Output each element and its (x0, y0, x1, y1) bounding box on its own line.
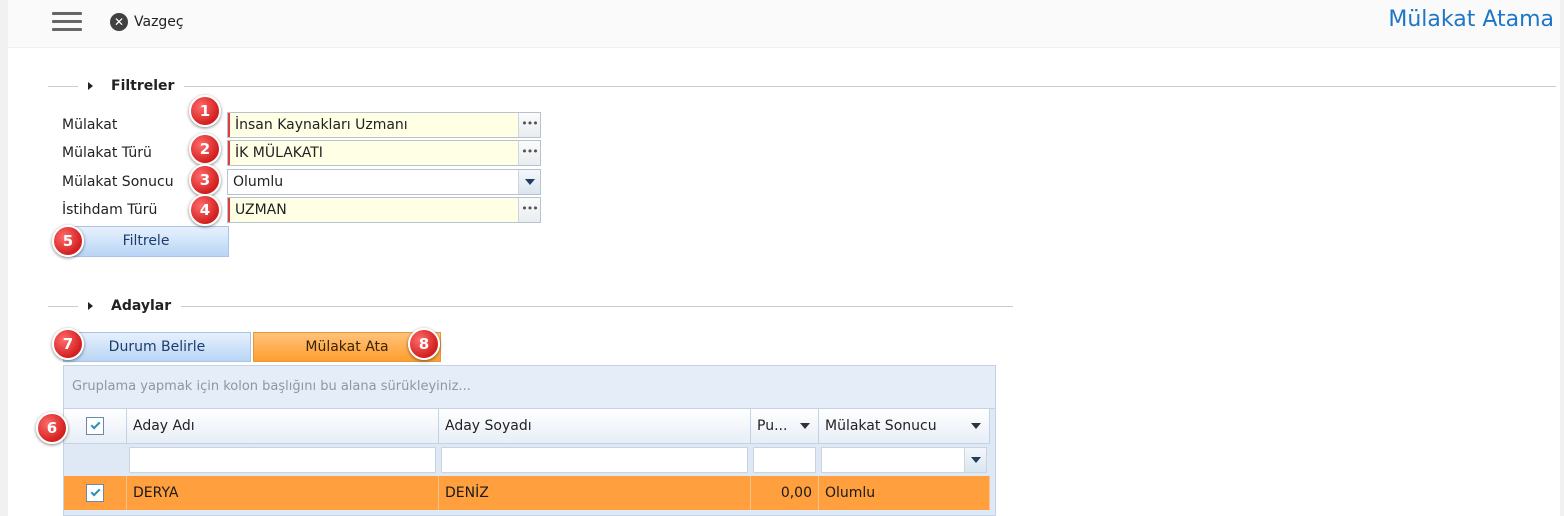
filter-cell-result[interactable] (819, 444, 990, 476)
interview-value[interactable]: İnsan Kaynakları Uzmanı (228, 113, 518, 137)
column-header-first-name[interactable]: Aday Adı (127, 409, 439, 444)
interview-result-select[interactable]: Olumlu (227, 169, 541, 195)
column-header-last-name[interactable]: Aday Soyadı (439, 409, 751, 444)
row-checkbox[interactable] (86, 484, 104, 502)
left-edge (0, 0, 8, 516)
cancel-button[interactable]: ✕ Vazgeç (110, 12, 184, 32)
annotation-marker-2: 2 (189, 133, 221, 165)
column-header-result-label: Mülakat Sonucu (825, 418, 937, 434)
interview-label: Mülakat (62, 117, 118, 133)
collapse-arrow-icon[interactable] (88, 82, 93, 90)
cell-first-name[interactable]: DERYA (127, 476, 439, 510)
collapse-arrow-icon[interactable] (88, 302, 93, 310)
interview-result-label: Mülakat Sonucu (62, 174, 174, 190)
interview-type-label: Mülakat Türü (62, 145, 152, 161)
select-all-checkbox[interactable] (86, 417, 104, 435)
check-icon (90, 419, 100, 430)
filter-cell-score[interactable] (751, 444, 819, 476)
cell-result[interactable]: Olumlu (819, 476, 990, 510)
cell-last-name[interactable]: DENİZ (439, 476, 751, 510)
set-status-button[interactable]: Durum Belirle (63, 332, 251, 362)
dropdown-arrow-icon[interactable] (964, 448, 986, 472)
annotation-marker-7: 7 (52, 328, 84, 360)
annotation-marker-3: 3 (189, 164, 221, 196)
annotation-marker-4: 4 (189, 194, 221, 226)
annotation-marker-5: 5 (52, 225, 84, 257)
select-all-cell[interactable] (64, 409, 127, 444)
group-by-panel[interactable]: Gruplama yapmak için kolon başlığını bu … (64, 366, 995, 409)
filter-cell-first-name[interactable] (127, 444, 439, 476)
grid-filter-row (64, 444, 990, 476)
table-row[interactable]: DERYA DENİZ 0,00 Olumlu (64, 476, 990, 510)
column-filter-icon[interactable] (800, 423, 810, 429)
interview-type-field[interactable]: İK MÜLAKATI ••• (227, 140, 541, 166)
interview-field[interactable]: İnsan Kaynakları Uzmanı ••• (227, 112, 541, 138)
filter-button[interactable]: Filtrele (63, 226, 229, 257)
score-filter-input[interactable] (753, 447, 816, 473)
candidates-grid: Gruplama yapmak için kolon başlığını bu … (63, 365, 996, 516)
right-edge (1560, 0, 1564, 516)
dropdown-arrow-icon[interactable] (518, 170, 540, 194)
check-icon (90, 486, 100, 497)
hamburger-menu-icon[interactable] (52, 12, 82, 34)
filters-section-header[interactable]: Filtreler (48, 78, 1557, 94)
interview-type-value[interactable]: İK MÜLAKATI (228, 141, 518, 165)
employment-type-value[interactable]: UZMAN (228, 198, 518, 222)
filter-cell-last-name[interactable] (439, 444, 751, 476)
interview-result-value[interactable]: Olumlu (228, 170, 518, 194)
employment-type-field[interactable]: UZMAN ••• (227, 197, 541, 223)
column-header-score[interactable]: Pu... (751, 409, 819, 444)
annotation-marker-6: 6 (36, 412, 68, 444)
last-name-filter-input[interactable] (441, 447, 748, 473)
ellipsis-icon[interactable]: ••• (518, 141, 540, 165)
filter-cell-empty (64, 444, 127, 476)
cell-score[interactable]: 0,00 (751, 476, 819, 510)
grid-header-row: Aday Adı Aday Soyadı Pu... Mülakat Sonuc… (64, 409, 990, 444)
column-filter-icon[interactable] (971, 423, 981, 429)
filters-section-title: Filtreler (111, 78, 175, 94)
annotation-marker-8: 8 (408, 328, 440, 360)
row-select-cell[interactable] (64, 476, 127, 510)
result-filter-select[interactable] (821, 447, 987, 473)
column-header-score-label: Pu... (757, 418, 788, 434)
ellipsis-icon[interactable]: ••• (518, 198, 540, 222)
page-title: Mülakat Atama (1388, 7, 1554, 32)
close-icon: ✕ (110, 13, 128, 31)
candidates-section-title: Adaylar (111, 298, 172, 314)
employment-type-label: İstihdam Türü (62, 202, 158, 218)
first-name-filter-input[interactable] (129, 447, 436, 473)
annotation-marker-1: 1 (189, 95, 221, 127)
top-bar: ✕ Vazgeç Mülakat Atama (8, 0, 1560, 48)
ellipsis-icon[interactable]: ••• (518, 113, 540, 137)
cancel-label: Vazgeç (134, 14, 184, 30)
column-header-result[interactable]: Mülakat Sonucu (819, 409, 990, 444)
candidates-section-header[interactable]: Adaylar (48, 298, 1014, 314)
